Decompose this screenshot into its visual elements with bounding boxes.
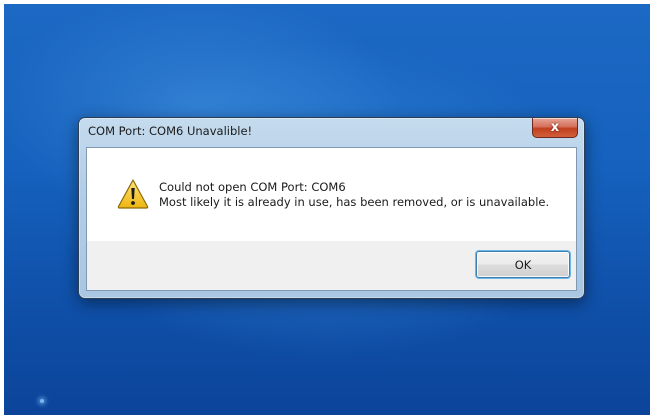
dialog-body: Could not open COM Port: COM6 Most likel… [86,147,577,291]
dialog-titlebar[interactable]: COM Port: COM6 Unavalible! x [79,118,584,144]
ok-button[interactable]: OK [476,251,570,278]
error-message: Could not open COM Port: COM6 Most likel… [159,180,549,210]
wallpaper-sparkle [40,399,44,403]
error-dialog: COM Port: COM6 Unavalible! x Could not o… [78,117,585,299]
button-bar: OK [87,241,576,290]
message-line-2: Most likely it is already in use, has be… [159,195,550,209]
wallpaper-light-streak [4,4,114,70]
close-icon: x [550,120,560,135]
message-line-1: Could not open COM Port: COM6 [159,180,346,194]
message-area: Could not open COM Port: COM6 Most likel… [87,148,576,241]
close-button[interactable]: x [532,118,578,138]
warning-icon [117,179,149,209]
dialog-title: COM Port: COM6 Unavalible! [88,124,253,138]
